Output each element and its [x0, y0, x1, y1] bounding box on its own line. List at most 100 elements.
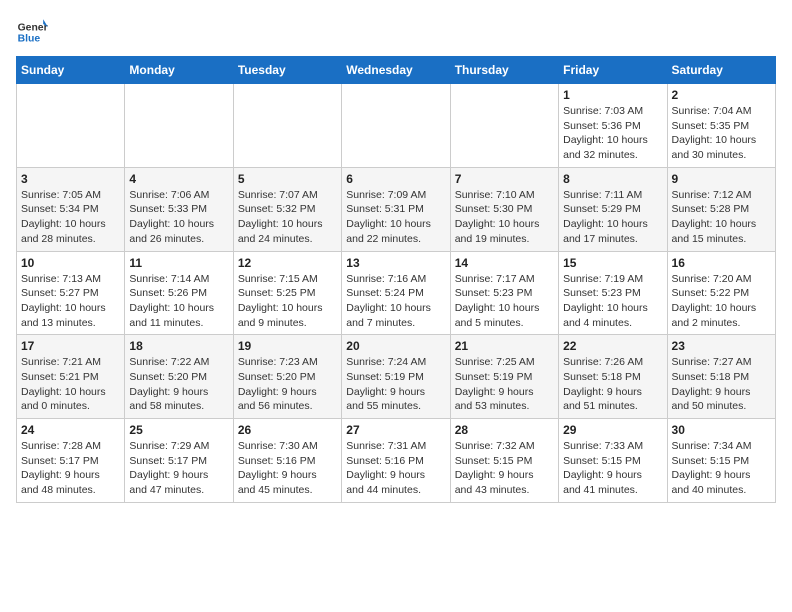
weekday-header-sunday: Sunday	[17, 57, 125, 84]
day-number: 11	[129, 256, 228, 270]
day-info: Sunrise: 7:14 AM Sunset: 5:26 PM Dayligh…	[129, 272, 228, 331]
day-number: 15	[563, 256, 662, 270]
day-info: Sunrise: 7:11 AM Sunset: 5:29 PM Dayligh…	[563, 188, 662, 247]
day-number: 13	[346, 256, 445, 270]
calendar-cell: 26 Sunrise: 7:30 AM Sunset: 5:16 PM Dayli…	[233, 419, 341, 503]
day-number: 28	[455, 423, 554, 437]
calendar-cell: 30 Sunrise: 7:34 AM Sunset: 5:15 PM Dayli…	[667, 419, 775, 503]
calendar-cell: 23Sunrise: 7:27 AM Sunset: 5:18 PM Dayli…	[667, 335, 775, 419]
calendar-cell: 25Sunrise: 7:29 AM Sunset: 5:17 PM Dayli…	[125, 419, 233, 503]
calendar-cell: 8Sunrise: 7:11 AM Sunset: 5:29 PM Daylig…	[559, 167, 667, 251]
day-number: 24	[21, 423, 120, 437]
day-info: Sunrise: 7:17 AM Sunset: 5:23 PM Dayligh…	[455, 272, 554, 331]
day-info: Sunrise: 7:07 AM Sunset: 5:32 PM Dayligh…	[238, 188, 337, 247]
day-info: Sunrise: 7:22 AM Sunset: 5:20 PM Dayligh…	[129, 355, 228, 414]
calendar-cell: 24 Sunrise: 7:28 AM Sunset: 5:17 PM Dayli…	[17, 419, 125, 503]
day-number: 12	[238, 256, 337, 270]
day-info: Sunrise: 7:33 AM Sunset: 5:15 PM Dayligh…	[563, 439, 662, 498]
day-info: Sunrise: 7:13 AM Sunset: 5:27 PM Dayligh…	[21, 272, 120, 331]
day-number: 1	[563, 88, 662, 102]
day-info: Sunrise: 7:06 AM Sunset: 5:33 PM Dayligh…	[129, 188, 228, 247]
day-info: Sunrise: 7:20 AM Sunset: 5:22 PM Dayligh…	[672, 272, 771, 331]
calendar-cell: 20Sunrise: 7:24 AM Sunset: 5:19 PM Dayli…	[342, 335, 450, 419]
day-number: 10	[21, 256, 120, 270]
calendar-header-row: SundayMondayTuesdayWednesdayThursdayFrid…	[17, 57, 776, 84]
calendar-cell: 6Sunrise: 7:09 AM Sunset: 5:31 PM Daylig…	[342, 167, 450, 251]
day-info: Sunrise: 7:32 AM Sunset: 5:15 PM Dayligh…	[455, 439, 554, 498]
calendar-week-row: 17 Sunrise: 7:21 AM Sunset: 5:21 PM Dayli…	[17, 335, 776, 419]
weekday-header-wednesday: Wednesday	[342, 57, 450, 84]
day-number: 3	[21, 172, 120, 186]
calendar-cell: 4 Sunrise: 7:06 AM Sunset: 5:33 PM Daylig…	[125, 167, 233, 251]
day-number: 20	[346, 339, 445, 353]
day-number: 27	[346, 423, 445, 437]
day-info: Sunrise: 7:05 AM Sunset: 5:34 PM Dayligh…	[21, 188, 120, 247]
calendar-cell: 27 Sunrise: 7:31 AM Sunset: 5:16 PM Dayli…	[342, 419, 450, 503]
day-number: 23	[672, 339, 771, 353]
day-number: 16	[672, 256, 771, 270]
day-info: Sunrise: 7:30 AM Sunset: 5:16 PM Dayligh…	[238, 439, 337, 498]
calendar-cell	[233, 84, 341, 168]
calendar-cell: 13 Sunrise: 7:16 AM Sunset: 5:24 PM Dayli…	[342, 251, 450, 335]
calendar-cell: 14 Sunrise: 7:17 AM Sunset: 5:23 PM Dayli…	[450, 251, 558, 335]
day-info: Sunrise: 7:09 AM Sunset: 5:31 PM Dayligh…	[346, 188, 445, 247]
calendar-cell: 9Sunrise: 7:12 AM Sunset: 5:28 PM Daylig…	[667, 167, 775, 251]
day-number: 30	[672, 423, 771, 437]
calendar-cell: 12Sunrise: 7:15 AM Sunset: 5:25 PM Dayli…	[233, 251, 341, 335]
day-number: 29	[563, 423, 662, 437]
day-info: Sunrise: 7:28 AM Sunset: 5:17 PM Dayligh…	[21, 439, 120, 498]
day-number: 17	[21, 339, 120, 353]
calendar-cell: 3 Sunrise: 7:05 AM Sunset: 5:34 PM Daylig…	[17, 167, 125, 251]
day-number: 4	[129, 172, 228, 186]
weekday-header-friday: Friday	[559, 57, 667, 84]
page-header: General Blue	[16, 16, 776, 48]
day-info: Sunrise: 7:25 AM Sunset: 5:19 PM Dayligh…	[455, 355, 554, 414]
day-number: 19	[238, 339, 337, 353]
day-info: Sunrise: 7:03 AM Sunset: 5:36 PM Dayligh…	[563, 104, 662, 163]
weekday-header-saturday: Saturday	[667, 57, 775, 84]
day-number: 7	[455, 172, 554, 186]
day-info: Sunrise: 7:16 AM Sunset: 5:24 PM Dayligh…	[346, 272, 445, 331]
day-number: 22	[563, 339, 662, 353]
calendar-cell: 21 Sunrise: 7:25 AM Sunset: 5:19 PM Dayli…	[450, 335, 558, 419]
svg-text:Blue: Blue	[18, 34, 41, 45]
weekday-header-monday: Monday	[125, 57, 233, 84]
logo-icon: General Blue	[16, 16, 48, 48]
weekday-header-tuesday: Tuesday	[233, 57, 341, 84]
calendar-cell: 29 Sunrise: 7:33 AM Sunset: 5:15 PM Dayli…	[559, 419, 667, 503]
day-info: Sunrise: 7:26 AM Sunset: 5:18 PM Dayligh…	[563, 355, 662, 414]
calendar-cell: 18 Sunrise: 7:22 AM Sunset: 5:20 PM Dayli…	[125, 335, 233, 419]
day-info: Sunrise: 7:10 AM Sunset: 5:30 PM Dayligh…	[455, 188, 554, 247]
calendar-cell: 11 Sunrise: 7:14 AM Sunset: 5:26 PM Dayli…	[125, 251, 233, 335]
day-info: Sunrise: 7:23 AM Sunset: 5:20 PM Dayligh…	[238, 355, 337, 414]
day-info: Sunrise: 7:29 AM Sunset: 5:17 PM Dayligh…	[129, 439, 228, 498]
calendar-cell: 5 Sunrise: 7:07 AM Sunset: 5:32 PM Daylig…	[233, 167, 341, 251]
calendar-cell: 17 Sunrise: 7:21 AM Sunset: 5:21 PM Dayli…	[17, 335, 125, 419]
day-number: 26	[238, 423, 337, 437]
day-info: Sunrise: 7:12 AM Sunset: 5:28 PM Dayligh…	[672, 188, 771, 247]
calendar-cell: 2 Sunrise: 7:04 AM Sunset: 5:35 PM Daylig…	[667, 84, 775, 168]
logo: General Blue	[16, 16, 52, 48]
calendar-cell: 1 Sunrise: 7:03 AM Sunset: 5:36 PM Daylig…	[559, 84, 667, 168]
calendar-cell	[125, 84, 233, 168]
calendar-cell: 7 Sunrise: 7:10 AM Sunset: 5:30 PM Daylig…	[450, 167, 558, 251]
calendar-cell: 16 Sunrise: 7:20 AM Sunset: 5:22 PM Dayli…	[667, 251, 775, 335]
day-info: Sunrise: 7:34 AM Sunset: 5:15 PM Dayligh…	[672, 439, 771, 498]
day-number: 14	[455, 256, 554, 270]
day-number: 5	[238, 172, 337, 186]
calendar-week-row: 10 Sunrise: 7:13 AM Sunset: 5:27 PM Dayli…	[17, 251, 776, 335]
day-info: Sunrise: 7:21 AM Sunset: 5:21 PM Dayligh…	[21, 355, 120, 414]
calendar-cell: 22 Sunrise: 7:26 AM Sunset: 5:18 PM Dayli…	[559, 335, 667, 419]
day-number: 2	[672, 88, 771, 102]
calendar-cell: 28 Sunrise: 7:32 AM Sunset: 5:15 PM Dayli…	[450, 419, 558, 503]
day-info: Sunrise: 7:31 AM Sunset: 5:16 PM Dayligh…	[346, 439, 445, 498]
day-number: 21	[455, 339, 554, 353]
calendar-cell: 15 Sunrise: 7:19 AM Sunset: 5:23 PM Dayli…	[559, 251, 667, 335]
calendar-cell: 19 Sunrise: 7:23 AM Sunset: 5:20 PM Dayli…	[233, 335, 341, 419]
day-number: 18	[129, 339, 228, 353]
day-info: Sunrise: 7:04 AM Sunset: 5:35 PM Dayligh…	[672, 104, 771, 163]
calendar-cell	[342, 84, 450, 168]
calendar-week-row: 1 Sunrise: 7:03 AM Sunset: 5:36 PM Daylig…	[17, 84, 776, 168]
calendar-week-row: 3 Sunrise: 7:05 AM Sunset: 5:34 PM Daylig…	[17, 167, 776, 251]
day-info: Sunrise: 7:19 AM Sunset: 5:23 PM Dayligh…	[563, 272, 662, 331]
